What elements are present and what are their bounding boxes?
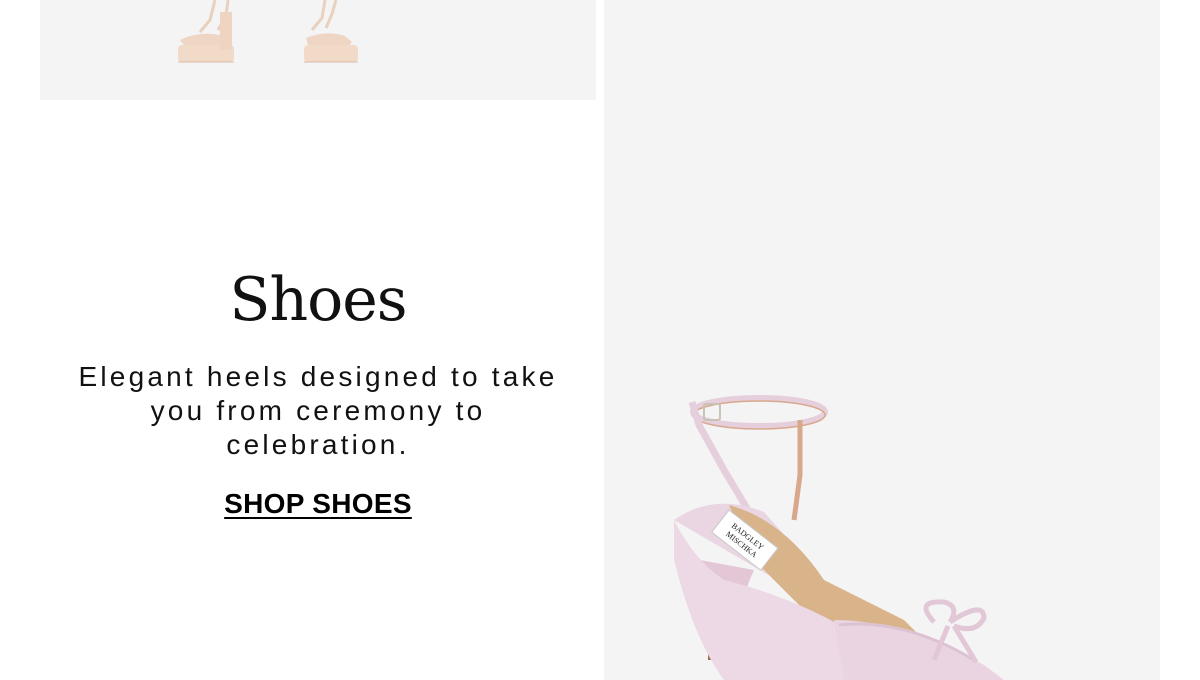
pink-heel-illustration: BADGLEY MISCHKA bbox=[674, 395, 1004, 680]
promo-title: Shoes bbox=[229, 265, 407, 335]
platform-sandals-illustration bbox=[178, 0, 358, 63]
sandals-product-image[interactable] bbox=[40, 0, 596, 100]
heel-product-image[interactable]: BADGLEY MISCHKA bbox=[604, 0, 1160, 680]
promo-copy: Shoes Elegant heels designed to take you… bbox=[40, 240, 596, 520]
shop-shoes-link[interactable]: SHOP SHOES bbox=[224, 488, 412, 520]
promo-description: Elegant heels designed to take you from … bbox=[78, 361, 558, 460]
promo-section: Shoes Elegant heels designed to take you… bbox=[0, 0, 1200, 680]
